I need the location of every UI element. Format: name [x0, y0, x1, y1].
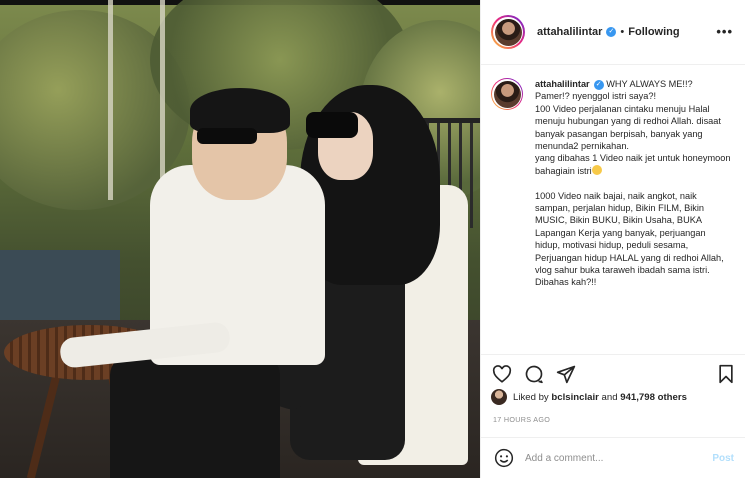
laughing-emoji-icon [591, 164, 602, 175]
caption-paragraph: 1000 Video naik bajai, naik angkot, naik… [535, 190, 724, 288]
heart-icon[interactable] [491, 363, 513, 385]
caption: attahalilintar ✓ WHY ALWAYS ME!!? Pamer!?… [535, 78, 731, 353]
comments-section[interactable]: attahalilintar ✓ WHY ALWAYS ME!!? Pamer!?… [481, 66, 745, 353]
comment-input[interactable] [525, 452, 705, 464]
photo-tree-trunk [108, 0, 113, 200]
post-photo[interactable] [0, 0, 480, 478]
photo-man-hair [190, 88, 290, 133]
caption-username[interactable]: attahalilintar [535, 79, 590, 89]
liker-username[interactable]: bclsinclair [551, 392, 598, 403]
send-icon[interactable] [555, 363, 577, 385]
separator-dot: • [620, 26, 625, 38]
photo-woman-sunglasses [306, 112, 358, 138]
photo-pool [0, 250, 120, 320]
following-button[interactable]: Following [628, 26, 679, 38]
caption-line: 100 Video perjalanan cintaku menuju Hala… [535, 103, 721, 152]
comment-bar: Post [481, 437, 745, 478]
likes-count[interactable]: 941,798 others [620, 392, 687, 403]
smiley-icon[interactable] [493, 447, 515, 469]
likes-connector: and [601, 391, 618, 403]
photo-man-sunglasses [197, 128, 257, 144]
photo-man-legs [110, 355, 280, 478]
likes-prefix: Liked by [513, 391, 549, 403]
post-header: attahalilintar ✓ • Following ••• [481, 0, 745, 65]
avatar[interactable] [491, 15, 525, 49]
post-comment-button[interactable]: Post [712, 453, 734, 464]
caption-avatar[interactable] [491, 78, 523, 353]
post-side-panel: attahalilintar ✓ • Following ••• attahal… [480, 0, 745, 478]
verified-badge-icon: ✓ [606, 27, 617, 37]
verified-badge-icon: ✓ [593, 79, 604, 90]
comment-icon[interactable] [523, 363, 545, 385]
caption-line: yang dibahas 1 Video naik jet untuk hone… [535, 153, 731, 176]
post-username[interactable]: attahalilintar [537, 26, 602, 38]
liker-avatar[interactable] [491, 389, 507, 405]
likes-summary: Liked by bclsinclair and 941,798 others [491, 389, 687, 405]
post-timestamp[interactable]: 17 HOURS AGO [493, 415, 550, 424]
more-options-icon[interactable]: ••• [716, 24, 733, 39]
bookmark-icon[interactable] [715, 363, 737, 385]
caption-line: WHY ALWAYS ME!!? [606, 79, 693, 89]
caption-line: Pamer!? nyenggol istri saya?! [535, 91, 657, 102]
